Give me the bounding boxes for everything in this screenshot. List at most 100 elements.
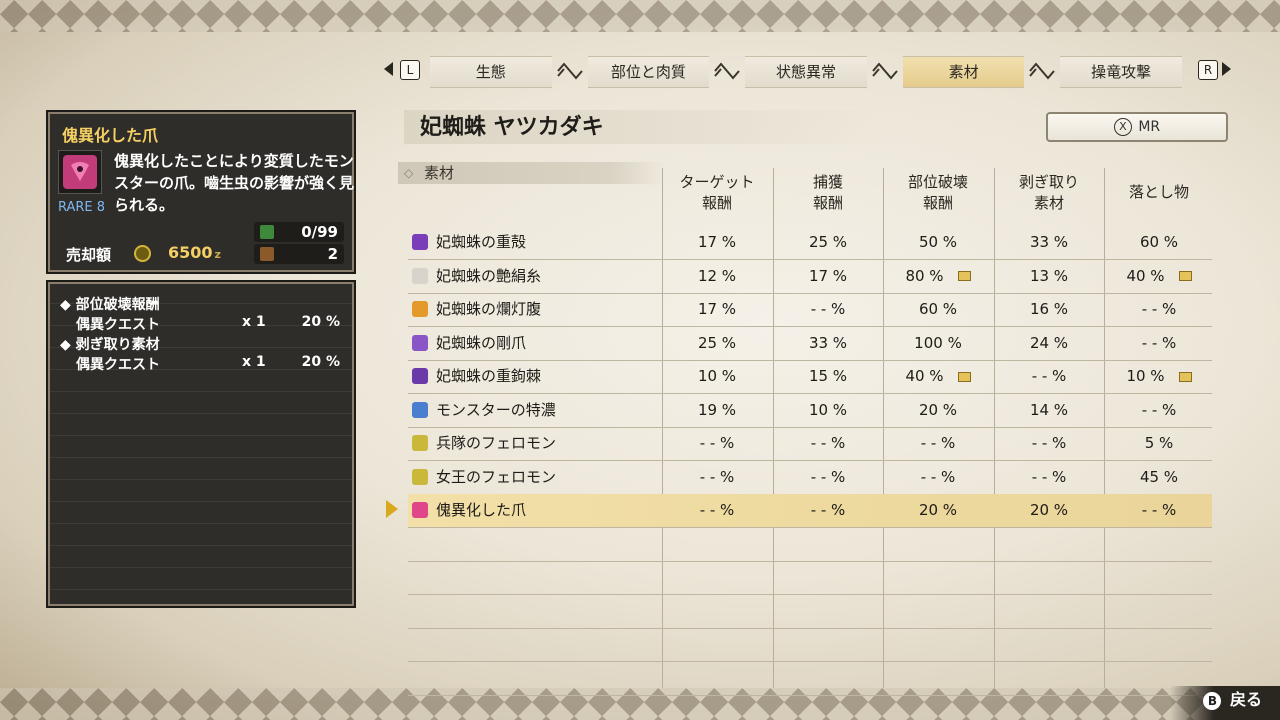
material-name: 妃蜘蛛の重殻 (436, 233, 527, 251)
back-button[interactable]: B 戻る (1203, 686, 1262, 710)
material-row[interactable]: 妃蜘蛛の剛爪 25 % 33 % 100 % 24 % - - % (408, 327, 1212, 361)
material-name: 兵隊のフェロモン (436, 434, 557, 452)
material-row[interactable]: 妃蜘蛛の重鉤棘 10 % 15 % 40 % - - % 10 % (408, 360, 1212, 394)
rate-value: 60 % (1139, 233, 1179, 251)
reward-quantity: x 1 (242, 314, 266, 330)
rate-value: - - % (699, 501, 735, 519)
rate-value: 17 % (808, 266, 848, 285)
mr-toggle-button[interactable]: X MR (1046, 112, 1228, 142)
material-icon (412, 267, 428, 284)
column-header-line2: 報酬 (701, 194, 732, 212)
column-header: 落とし物 (1105, 182, 1213, 203)
rate-value: 40 % (905, 367, 944, 385)
rarity-value: 8 (96, 200, 106, 215)
rate-value: - - % (810, 300, 846, 318)
tab-left-arrow-icon[interactable] (384, 62, 393, 76)
rate-value: - - % (1141, 333, 1177, 352)
rate-value: 17 % (697, 233, 737, 251)
back-label: 戻る (1229, 690, 1262, 709)
rate-value: - - % (920, 434, 956, 452)
column-header-line1: 落とし物 (1128, 183, 1189, 201)
rate-cell: 40 % (1105, 260, 1213, 293)
rate-cell: 24 % (995, 327, 1103, 360)
rate-cell: 20 % (884, 394, 992, 427)
rate-cell: - - % (663, 427, 771, 460)
rate-cell: 16 % (995, 293, 1103, 326)
b-button-icon: B (1203, 691, 1222, 710)
column-header-line1: 捕獲 (812, 173, 843, 191)
pouch-icon (260, 225, 274, 239)
material-name: 妃蜘蛛の艶絹糸 (436, 266, 542, 285)
reward-label: ◆ 部位破壊報酬 (60, 297, 160, 313)
rate-cell: 20 % (884, 494, 992, 527)
r-button-key[interactable]: R (1198, 60, 1218, 80)
rate-value: 20 % (918, 400, 958, 419)
reward-label: ◆ 剥ぎ取り素材 (60, 337, 160, 353)
rate-cell: - - % (995, 461, 1103, 494)
rate-cell: 100 % (884, 327, 992, 360)
x-button-icon: X (1113, 118, 1132, 136)
rate-cell: - - % (884, 461, 992, 494)
tab-3[interactable]: 素材 (902, 56, 1025, 88)
rate-cell: - - % (774, 461, 882, 494)
column-header-line2: 報酬 (922, 194, 953, 212)
material-row[interactable]: 傀異化した爪 - - % - - % 20 % 20 % - - % (408, 494, 1212, 528)
rate-cell: - - % (663, 494, 771, 527)
reward-source-panel: ◆ 部位破壊報酬 偶異クエスト x 1 20 % ◆ 剥ぎ取り素材 偶異クエスト x 1 20… (46, 280, 356, 608)
material-row[interactable]: 妃蜘蛛の重殻 17 % 25 % 50 % 33 % 60 % (408, 226, 1212, 260)
reward-row: ◆ 剥ぎ取り素材 (60, 334, 342, 354)
tab-right-arrow-icon[interactable] (1222, 62, 1231, 76)
material-row[interactable]: 妃蜘蛛の艶絹糸 12 % 17 % 80 % 13 % 40 % (408, 260, 1212, 294)
rate-cell: - - % (1105, 494, 1213, 527)
rate-cell: 10 % (774, 394, 882, 427)
material-icon (412, 401, 428, 418)
tab-0[interactable]: 生態 (430, 56, 552, 88)
reward-label: 偶異クエスト (76, 357, 160, 373)
empty-row (408, 528, 1212, 562)
rate-cell: 40 % (884, 360, 992, 393)
rate-cell: 14 % (995, 394, 1103, 427)
material-row[interactable]: モンスターの特濃 19 % 10 % 20 % 14 % - - % (408, 394, 1212, 428)
coin-icon (134, 245, 151, 262)
rate-cell: - - % (1105, 327, 1213, 360)
column-header: 剥ぎ取り 素材 (995, 172, 1103, 214)
material-icon (412, 502, 428, 518)
detail-note-icon (957, 271, 971, 281)
rate-cell: - - % (1105, 293, 1213, 326)
rate-value: - - % (699, 467, 735, 486)
rate-cell: 17 % (663, 226, 771, 259)
rate-value: - - % (1141, 501, 1177, 519)
material-name: 女王のフェロモン (436, 467, 557, 486)
tab-1[interactable]: 部位と肉質 (587, 56, 710, 88)
empty-row (408, 662, 1212, 696)
tab-4[interactable]: 操竜攻撃 (1060, 56, 1182, 88)
owned-value: 0/99 (301, 223, 338, 241)
rarity-label: RARE (58, 200, 93, 215)
rate-cell: 33 % (774, 327, 882, 360)
rate-cell: 80 % (884, 260, 992, 293)
rate-value: 60 % (918, 300, 958, 318)
tab-2[interactable]: 状態異常 (745, 56, 867, 88)
item-claw-icon (58, 150, 102, 194)
rate-cell: 10 % (1105, 360, 1213, 393)
rate-value: 10 % (1126, 367, 1165, 385)
monster-name-header: 妃蜘蛛 ヤツカダキ (404, 110, 880, 144)
tab-separator-icon (867, 56, 903, 86)
detail-note-icon (1178, 271, 1192, 281)
l-button-key[interactable]: L (400, 60, 420, 80)
empty-row (408, 595, 1212, 629)
rate-value: - - % (699, 434, 735, 452)
rate-value: 50 % (918, 233, 958, 251)
rate-cell: - - % (995, 427, 1103, 460)
rate-value: - - % (1141, 300, 1177, 318)
rate-cell: 50 % (884, 226, 992, 259)
material-row[interactable]: 妃蜘蛛の爛灯腹 17 % - - % 60 % 16 % - - % (408, 293, 1212, 327)
material-row[interactable]: 女王のフェロモン - - % - - % - - % - - % 45 % (408, 461, 1212, 495)
rate-value: - - % (1031, 367, 1067, 385)
rate-cell: 33 % (995, 226, 1103, 259)
rate-value: - - % (920, 467, 956, 486)
material-name: モンスターの特濃 (436, 400, 556, 419)
rate-value: 80 % (905, 266, 944, 285)
rate-cell: 13 % (995, 260, 1103, 293)
material-row[interactable]: 兵隊のフェロモン - - % - - % - - % - - % 5 % (408, 427, 1212, 461)
